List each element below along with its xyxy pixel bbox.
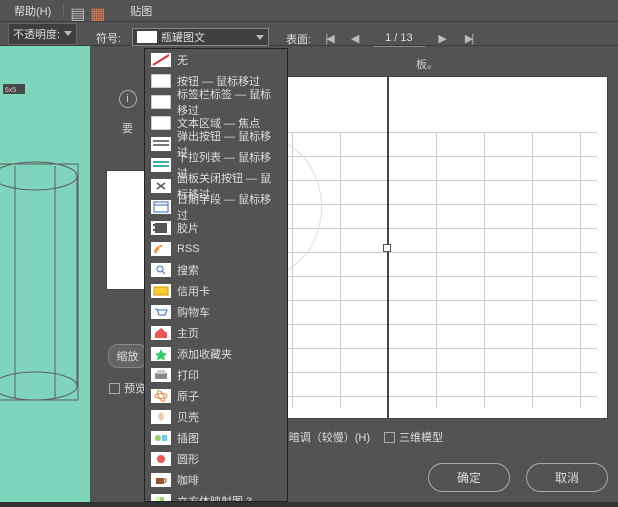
tab-label: 贴图 bbox=[130, 3, 152, 19]
dropdown-item-label: 日期字段 — 鼠标移过 bbox=[177, 191, 281, 223]
dropdown-item[interactable]: 无 bbox=[145, 49, 287, 70]
home-icon bbox=[151, 326, 171, 340]
dropdown-item[interactable]: 购物车 bbox=[145, 301, 287, 322]
grid-icon[interactable]: ▦ bbox=[90, 4, 104, 18]
white-icon bbox=[151, 95, 171, 109]
circle-icon bbox=[151, 452, 171, 466]
dropdown-item[interactable]: 日期字段 — 鼠标移过 bbox=[145, 196, 287, 217]
symbol-select[interactable]: 瓶罐图文 bbox=[132, 28, 269, 46]
symbol-selected: 瓶罐图文 bbox=[161, 29, 256, 45]
checkbox-icon[interactable] bbox=[109, 383, 120, 394]
preview-cb-label: 预览 bbox=[124, 380, 146, 396]
white-icon bbox=[151, 74, 171, 88]
dropdown-item[interactable]: 插图 bbox=[145, 427, 287, 448]
dropdown-item[interactable]: 原子 bbox=[145, 385, 287, 406]
close-icon bbox=[151, 179, 171, 193]
bars-icon bbox=[151, 137, 171, 151]
svg-text:6x5: 6x5 bbox=[5, 87, 16, 94]
dropdown-item[interactable]: 圆形 bbox=[145, 448, 287, 469]
menu-bar: 帮助(H) ▤ ▦ 贴图 bbox=[0, 0, 618, 22]
dropdown-item-label: 标签栏标签 — 鼠标移过 bbox=[177, 86, 281, 118]
info-hint: 要 bbox=[122, 120, 133, 136]
atom-icon bbox=[151, 389, 171, 403]
cancel-button[interactable]: 取消 bbox=[526, 463, 608, 492]
dropdown-item[interactable]: 标签栏标签 — 鼠标移过 bbox=[145, 91, 287, 112]
chevron-down-icon bbox=[64, 31, 72, 36]
dropdown-item[interactable]: 立方体映射图 3 bbox=[145, 490, 287, 502]
main: 6x5 i 要 缩放 预览 板。 bbox=[0, 46, 618, 502]
dropdown-item[interactable]: 搜索 bbox=[145, 259, 287, 280]
dropdown-item-label: 圆形 bbox=[177, 451, 199, 467]
dropdown-item[interactable]: 添加收藏夹 bbox=[145, 343, 287, 364]
surface-page: 1 / 13 bbox=[373, 30, 425, 47]
thumb-slot[interactable] bbox=[106, 170, 150, 290]
dropdown-item-label: 插图 bbox=[177, 430, 199, 446]
rss-icon bbox=[151, 242, 171, 256]
dropdown-item[interactable]: 打印 bbox=[145, 364, 287, 385]
cart-icon bbox=[151, 305, 171, 319]
dropdown-item[interactable]: 主页 bbox=[145, 322, 287, 343]
zoom-button[interactable]: 缩放 bbox=[108, 344, 148, 368]
dropdown-item[interactable]: 咖啡 bbox=[145, 469, 287, 490]
dropdown-item-label: 购物车 bbox=[177, 304, 210, 320]
film-icon bbox=[151, 221, 171, 235]
wireframe: 6x5 bbox=[0, 46, 90, 502]
surface-label: 表面: bbox=[286, 31, 311, 47]
preview-checkbox-row[interactable]: 预览 bbox=[109, 380, 146, 396]
dropdown-item[interactable]: 贝壳 bbox=[145, 406, 287, 427]
threed-label: 三维模型 bbox=[399, 429, 443, 445]
dropdown-item-label: 打印 bbox=[177, 367, 199, 383]
cube-icon bbox=[151, 494, 171, 503]
dropdown-item-label: 胶片 bbox=[177, 220, 199, 236]
dropdown-item-label: 添加收藏夹 bbox=[177, 346, 232, 362]
opacity-label: 不透明度: bbox=[13, 26, 60, 42]
dropdown-item-label: 信用卡 bbox=[177, 283, 210, 299]
nav-prev-icon[interactable]: ◀ bbox=[347, 31, 363, 47]
dropdown-item[interactable]: RSS bbox=[145, 238, 287, 259]
checkbox-icon[interactable] bbox=[384, 432, 395, 443]
dropdown-item-label: 无 bbox=[177, 52, 188, 68]
doc-icon[interactable]: ▤ bbox=[70, 4, 84, 18]
dropdown-item-label: 贝壳 bbox=[177, 409, 199, 425]
symbol-dropdown-list[interactable]: 无按钮 — 鼠标移过标签栏标签 — 鼠标移过文本区域 — 焦点弹出按钮 — 鼠标… bbox=[144, 48, 288, 502]
calendar-icon bbox=[151, 200, 171, 214]
menu-divider bbox=[63, 4, 64, 18]
coffee-icon bbox=[151, 473, 171, 487]
white-icon bbox=[151, 116, 171, 130]
bars-blue-icon bbox=[151, 158, 171, 172]
ok-button[interactable]: 确定 bbox=[428, 463, 510, 492]
opacity-dropdown[interactable]: 不透明度: bbox=[8, 23, 77, 45]
slash-icon bbox=[151, 53, 171, 67]
viewport-3d[interactable]: 6x5 bbox=[0, 46, 90, 502]
chevron-down-icon bbox=[256, 35, 264, 40]
illust-icon bbox=[151, 431, 171, 445]
dropdown-item[interactable]: 信用卡 bbox=[145, 280, 287, 301]
nav-first-icon[interactable]: |◀ bbox=[321, 31, 337, 47]
shell-icon bbox=[151, 410, 171, 424]
menu-help[interactable]: 帮助(H) bbox=[8, 1, 57, 21]
card-icon bbox=[151, 284, 171, 298]
dropdown-item-label: 主页 bbox=[177, 325, 199, 341]
nav-next-icon[interactable]: ▶ bbox=[435, 31, 451, 47]
dropdown-item-label: 立方体映射图 3 bbox=[177, 493, 252, 503]
print-icon bbox=[151, 368, 171, 382]
dropdown-item-label: 咖啡 bbox=[177, 472, 199, 488]
dropdown-item-label: 原子 bbox=[177, 388, 199, 404]
dropdown-item-label: RSS bbox=[177, 243, 200, 255]
surface-nav: 表面: |◀ ◀ 1 / 13 ▶ ▶| bbox=[286, 30, 477, 47]
symbol-label: 符号: bbox=[96, 30, 121, 46]
handle-icon[interactable] bbox=[383, 244, 391, 252]
star-icon bbox=[151, 347, 171, 361]
search-icon bbox=[151, 263, 171, 277]
threed-checkbox-row[interactable]: 三维模型 bbox=[384, 429, 443, 445]
nav-last-icon[interactable]: ▶| bbox=[461, 31, 477, 47]
symbol-swatch bbox=[137, 31, 157, 43]
info-icon[interactable]: i bbox=[119, 90, 137, 108]
dropdown-item-label: 搜索 bbox=[177, 262, 199, 278]
